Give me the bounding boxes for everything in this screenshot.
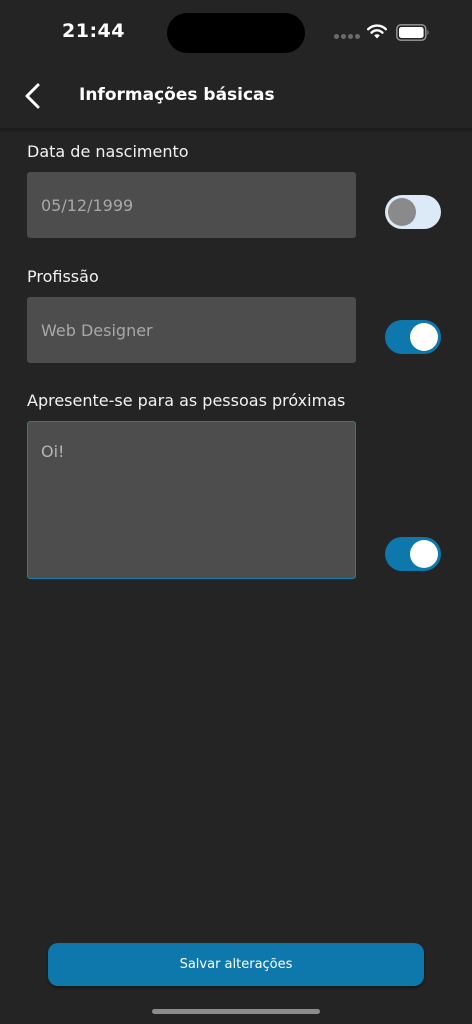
birth-date-visibility-toggle[interactable] <box>385 195 441 229</box>
home-indicator <box>152 1009 320 1014</box>
status-time: 21:44 <box>62 20 125 42</box>
signal-dots-icon <box>334 34 360 39</box>
profession-label: Profissão <box>27 267 99 286</box>
intro-textarea[interactable]: Oi! <box>27 421 356 579</box>
birth-date-label: Data de nascimento <box>27 142 189 161</box>
status-bar: 21:44 <box>0 0 472 64</box>
intro-label: Apresente-se para as pessoas próximas <box>27 391 346 410</box>
intro-visibility-toggle[interactable] <box>385 537 441 571</box>
header: Informações básicas <box>0 64 472 129</box>
save-button[interactable]: Salvar alterações <box>48 943 424 986</box>
profession-visibility-toggle[interactable] <box>385 320 441 354</box>
page-title: Informações básicas <box>79 85 275 105</box>
battery-icon <box>396 24 429 41</box>
dynamic-island <box>167 13 305 53</box>
toggle-knob <box>410 540 438 568</box>
birth-date-input[interactable] <box>27 172 356 238</box>
toggle-knob <box>388 198 416 226</box>
toggle-knob <box>410 323 438 351</box>
wifi-icon <box>367 24 387 39</box>
back-button[interactable] <box>16 78 52 114</box>
profession-input[interactable] <box>27 297 356 363</box>
chevron-left-icon <box>25 83 40 109</box>
